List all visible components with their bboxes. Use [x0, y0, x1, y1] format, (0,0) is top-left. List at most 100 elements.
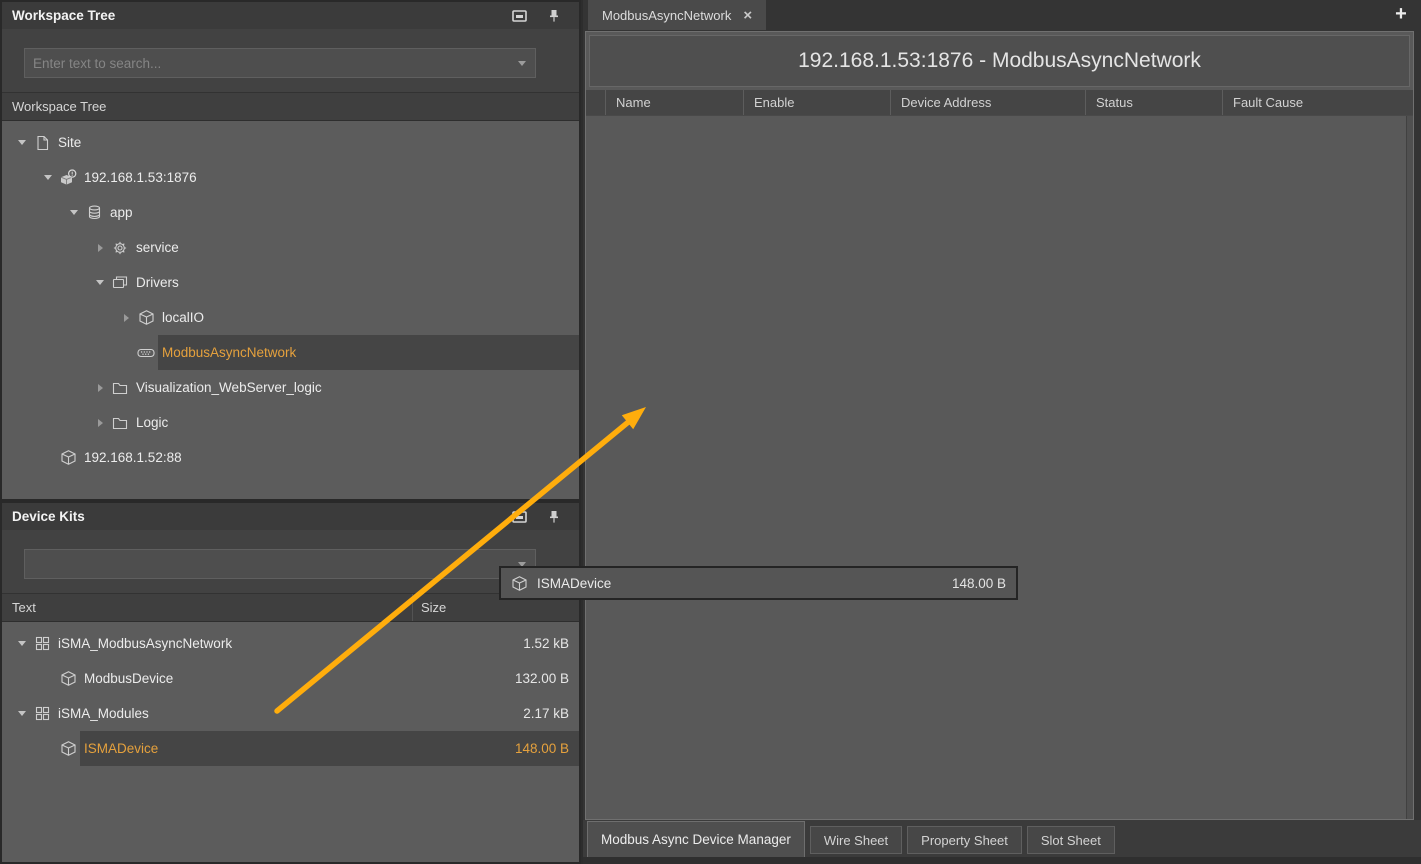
column-header-enable[interactable]: Enable — [744, 90, 891, 115]
expander[interactable] — [14, 641, 30, 646]
node-size: 148.00 B — [515, 741, 579, 756]
workspace-tree-title: Workspace Tree — [12, 8, 115, 23]
node-label-cell: Site — [54, 125, 579, 160]
column-header-device-address[interactable]: Device Address — [891, 90, 1086, 115]
node-label: ISMADevice — [84, 741, 158, 756]
column-header-text[interactable]: Text — [2, 600, 412, 615]
node-label-cell: 192.168.1.52:88 — [80, 440, 579, 475]
device-kits-search-input[interactable] — [25, 557, 518, 572]
collapse-icon[interactable] — [44, 175, 52, 180]
node-label: ModbusDevice — [84, 671, 173, 686]
cube-icon — [134, 309, 158, 326]
column-header-status[interactable]: Status — [1086, 90, 1223, 115]
tree-row[interactable]: Logic — [2, 405, 579, 440]
view-tab-slot-sheet[interactable]: Slot Sheet — [1027, 826, 1115, 854]
node-label-cell: ISMADevice 148.00 B — [80, 731, 579, 766]
database-icon — [82, 205, 106, 221]
cube-icon — [511, 575, 528, 592]
tree-row[interactable]: 192.168.1.52:88 — [2, 440, 579, 475]
kit-row[interactable]: ISMADevice 148.00 B — [2, 731, 579, 766]
node-label-cell: ModbusDevice132.00 B — [80, 661, 579, 696]
maximize-panel-icon[interactable] — [510, 509, 528, 525]
expander[interactable] — [40, 175, 56, 180]
collapse-icon[interactable] — [18, 641, 26, 646]
node-label-cell: service — [132, 230, 579, 265]
node-label: iSMA_ModbusAsyncNetwork — [58, 636, 232, 651]
cube-icon — [56, 740, 80, 757]
device-table-body[interactable] — [586, 116, 1413, 819]
device-kits-list: iSMA_ModbusAsyncNetwork1.52 kBModbusDevi… — [2, 622, 579, 862]
vertical-scrollbar[interactable] — [1406, 116, 1413, 819]
tree-row[interactable]: Visualization_WebServer_logic — [2, 370, 579, 405]
add-tab-icon[interactable]: + — [1389, 2, 1413, 26]
node-label-cell: iSMA_Modules2.17 kB — [54, 696, 579, 731]
workspace-tree-panel: Workspace Tree Workspace Tree Site 192.16… — [2, 2, 579, 499]
workspace-tree-search-area — [2, 29, 579, 93]
tree-row[interactable]: app — [2, 195, 579, 230]
column-header-fault-cause[interactable]: Fault Cause — [1223, 90, 1413, 115]
expander[interactable] — [92, 244, 108, 252]
tabbar-strip — [583, 857, 1421, 864]
device-kits-titlebar: Device Kits — [2, 503, 579, 530]
document-icon — [30, 135, 54, 151]
pin-panel-icon[interactable] — [545, 509, 563, 525]
tree-row[interactable]: 192.168.1.53:1876 — [2, 160, 579, 195]
device-kits-search-box — [24, 549, 536, 579]
node-label: Logic — [136, 415, 168, 430]
expand-icon[interactable] — [98, 244, 103, 252]
workspace-tree-search-input[interactable] — [25, 56, 518, 71]
node-label: 192.168.1.53:1876 — [84, 170, 197, 185]
node-label: ModbusAsyncNetwork — [162, 345, 296, 360]
expand-icon[interactable] — [124, 314, 129, 322]
expander[interactable] — [118, 314, 134, 322]
node-label: app — [110, 205, 133, 220]
kit-icon — [30, 706, 54, 721]
expander[interactable] — [14, 140, 30, 145]
expand-icon[interactable] — [98, 419, 103, 427]
tab-modbusasyncnetwork[interactable]: ModbusAsyncNetwork × — [588, 0, 766, 30]
gear-icon — [108, 240, 132, 256]
device-table-header: NameEnableDevice AddressStatusFault Caus… — [586, 90, 1413, 116]
device-kits-panel: Device Kits Text Size iSMA_ModbusAsyncNe… — [2, 503, 579, 862]
view-tab-wire-sheet[interactable]: Wire Sheet — [810, 826, 902, 854]
maximize-panel-icon[interactable] — [510, 8, 528, 24]
tree-row[interactable]: service — [2, 230, 579, 265]
drag-ghost-size: 148.00 B — [952, 576, 1006, 591]
node-label-cell: Visualization_WebServer_logic — [132, 370, 579, 405]
collapse-icon[interactable] — [18, 711, 26, 716]
tree-row[interactable]: ModbusAsyncNetwork — [2, 335, 579, 370]
expander[interactable] — [92, 280, 108, 285]
editor-area: ModbusAsyncNetwork × + 192.168.1.53:1876… — [583, 0, 1421, 864]
collapse-icon[interactable] — [18, 140, 26, 145]
tab-label: ModbusAsyncNetwork — [602, 8, 731, 23]
expander[interactable] — [14, 711, 30, 716]
pin-panel-icon[interactable] — [545, 8, 563, 24]
node-label-cell: 192.168.1.53:1876 — [80, 160, 579, 195]
device-manager-view: 192.168.1.53:1876 - ModbusAsyncNetwork N… — [585, 31, 1414, 820]
search-dropdown-icon[interactable] — [518, 61, 526, 66]
column-header-name[interactable]: Name — [606, 90, 744, 115]
folder-icon — [108, 416, 132, 430]
kit-row[interactable]: iSMA_Modules2.17 kB — [2, 696, 579, 731]
workspace-tree-column-header[interactable]: Workspace Tree — [2, 93, 579, 121]
tree-row[interactable]: Site — [2, 125, 579, 160]
kit-row[interactable]: ModbusDevice132.00 B — [2, 661, 579, 696]
close-tab-icon[interactable]: × — [743, 8, 752, 23]
tree-row[interactable]: Drivers — [2, 265, 579, 300]
kit-row[interactable]: iSMA_ModbusAsyncNetwork1.52 kB — [2, 626, 579, 661]
view-tab-modbus-async-device-manager[interactable]: Modbus Async Device Manager — [587, 821, 805, 858]
node-label: iSMA_Modules — [58, 706, 149, 721]
expander[interactable] — [66, 210, 82, 215]
collapse-icon[interactable] — [96, 280, 104, 285]
expander[interactable] — [92, 384, 108, 392]
tree-row[interactable]: localIO — [2, 300, 579, 335]
drag-ghost-ismadevice: ISMADevice 148.00 B — [499, 566, 1018, 600]
node-label: 192.168.1.52:88 — [84, 450, 182, 465]
document-tabbar: ModbusAsyncNetwork × + — [583, 0, 1421, 30]
node-label: Drivers — [136, 275, 179, 290]
collapse-icon[interactable] — [70, 210, 78, 215]
view-tab-property-sheet[interactable]: Property Sheet — [907, 826, 1022, 854]
network-title: 192.168.1.53:1876 - ModbusAsyncNetwork — [798, 49, 1201, 73]
expand-icon[interactable] — [98, 384, 103, 392]
expander[interactable] — [92, 419, 108, 427]
